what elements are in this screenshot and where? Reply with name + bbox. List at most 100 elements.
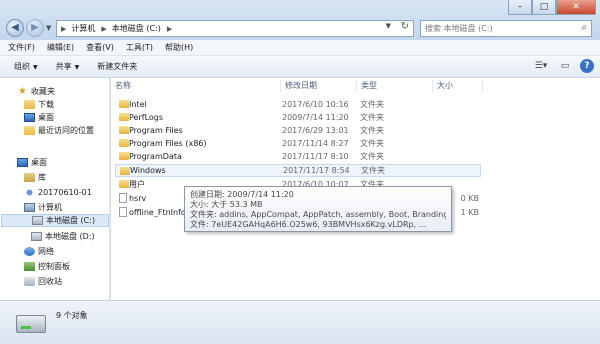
table-row[interactable]: Program Files (x86) 2017/11/14 8:27 文件夹 [115, 137, 481, 150]
file-type: 文件夹 [360, 126, 384, 135]
file-name: PerfLogs [129, 113, 164, 122]
file-type: 文件夹 [360, 152, 384, 161]
nav-label: 收藏夹 [31, 87, 55, 96]
refresh-icon[interactable]: ↻ [401, 21, 409, 32]
folder-icon [119, 152, 129, 160]
search-placeholder: 搜索 本地磁盘 (C:) [425, 24, 493, 33]
file-date: 2017/6/10 10:16 [282, 100, 349, 109]
table-row[interactable]: Program Files 2017/6/29 13:01 文件夹 [115, 124, 481, 137]
menu-edit[interactable]: 编辑(E) [47, 42, 74, 53]
folder-icon [119, 139, 129, 147]
preview-pane-icon[interactable]: ▭ [556, 59, 574, 74]
file-icon [119, 207, 127, 217]
file-icon [119, 193, 127, 203]
explorer-window: – □ ✕ ◀ ▶ ▼ ▶ 计算机 ▶ 本地磁盘 (C:) ▶ ▼ ↻ 搜索 本… [0, 0, 600, 344]
minimize-button[interactable]: – [508, 0, 532, 15]
table-row[interactable]: PerfLogs 2009/7/14 11:20 文件夹 [115, 111, 481, 124]
organize-label: 组织 [14, 62, 30, 71]
nav-downloads[interactable]: 下载 [24, 98, 54, 111]
nav-label: 网络 [38, 247, 54, 256]
drive-icon [31, 232, 42, 241]
maximize-button[interactable]: □ [532, 0, 556, 15]
downloads-folder-icon [24, 100, 35, 109]
column-header-type[interactable]: 类型 [357, 80, 433, 92]
tooltip-folders: 文件夹: addins, AppCompat, AppPatch, assemb… [190, 210, 446, 219]
address-bar[interactable]: ▶ 计算机 ▶ 本地磁盘 (C:) ▶ ▼ ↻ [56, 20, 414, 37]
nav-computer[interactable]: 计算机 [24, 201, 62, 214]
search-input[interactable]: 搜索 本地磁盘 (C:) ⌕ [420, 20, 592, 37]
nav-label: 桌面 [31, 158, 47, 167]
file-date: 2009/7/14 11:20 [282, 113, 349, 122]
nav-control-panel[interactable]: 控制面板 [24, 260, 70, 273]
tooltip-files: 文件: 7eUE42GAHqA6H6.O25w6, 93BMVHsx6Kzg.v… [190, 220, 427, 229]
organize-button[interactable]: 组织 ▼ [14, 61, 38, 72]
tooltip-size: 大小: 大于 53.3 MB [190, 200, 263, 209]
status-bar: 9 个对象 [0, 300, 600, 344]
menu-view[interactable]: 查看(V) [86, 42, 114, 53]
title-bar: – □ ✕ ◀ ▶ ▼ ▶ 计算机 ▶ 本地磁盘 (C:) ▶ ▼ ↻ 搜索 本… [0, 0, 600, 40]
folder-icon [119, 126, 129, 134]
nav-recycle-bin[interactable]: 回收站 [24, 275, 62, 288]
control-panel-icon [24, 262, 35, 271]
nav-drive-d[interactable]: 本地磁盘 (D:) [31, 230, 95, 243]
forward-button[interactable]: ▶ [26, 19, 44, 37]
chevron-right-icon: ▶ [166, 24, 173, 33]
share-button[interactable]: 共享 ▼ [56, 61, 80, 72]
file-date: 2017/11/17 8:54 [283, 166, 350, 175]
menu-help[interactable]: 帮助(H) [165, 42, 193, 53]
new-folder-button[interactable]: 新建文件夹 [97, 61, 137, 72]
view-options-icon[interactable]: ☰▾ [532, 59, 550, 74]
recycle-bin-icon [24, 277, 35, 286]
chevron-down-icon: ▼ [74, 64, 80, 71]
nav-user[interactable]: 20170610-01 [24, 186, 92, 199]
navigation-pane: ★ 收藏夹 下载 桌面 最近访问的位置 桌面 库 20170610-01 计算机 … [0, 78, 110, 300]
recent-pages-dropdown[interactable]: ▼ [46, 24, 51, 32]
nav-label: 下载 [38, 100, 54, 109]
file-date: 2017/6/29 13:01 [282, 126, 349, 135]
menu-tools[interactable]: 工具(T) [126, 42, 153, 53]
help-icon[interactable]: ? [580, 59, 594, 73]
search-icon[interactable]: ⌕ [581, 22, 587, 33]
file-date: 2017/11/14 8:27 [282, 139, 349, 148]
tooltip-created: 创建日期: 2009/7/14 11:20 [190, 190, 294, 199]
breadcrumb-computer[interactable]: 计算机 [71, 23, 95, 34]
column-header-name[interactable]: 名称 [111, 80, 281, 92]
desktop-icon [24, 113, 35, 122]
column-header-size[interactable]: 大小 [433, 80, 483, 92]
breadcrumb-drive-c[interactable]: 本地磁盘 (C:) [112, 23, 161, 34]
nav-desktop-root[interactable]: 桌面 [17, 156, 47, 169]
nav-label: 计算机 [38, 203, 62, 212]
table-row[interactable]: ProgramData 2017/11/17 8:10 文件夹 [115, 150, 481, 163]
nav-library[interactable]: 库 [24, 171, 46, 184]
file-name: Intel [129, 100, 147, 109]
nav-drive-c[interactable]: 本地磁盘 (C:) [1, 214, 109, 227]
file-type: 文件夹 [360, 113, 384, 122]
command-bar: 组织 ▼ 共享 ▼ 新建文件夹 ☰▾ ▭ ? [0, 56, 600, 78]
file-type: 文件夹 [361, 166, 385, 175]
desktop-icon [17, 158, 28, 167]
nav-label: 控制面板 [38, 262, 70, 271]
nav-recent[interactable]: 最近访问的位置 [24, 124, 94, 137]
nav-network[interactable]: 网络 [24, 245, 54, 258]
close-button[interactable]: ✕ [556, 0, 596, 15]
table-row[interactable]: Intel 2017/6/10 10:16 文件夹 [115, 98, 481, 111]
column-header-date[interactable]: 修改日期 [281, 80, 357, 92]
file-name: hsrv [129, 194, 147, 203]
table-row[interactable]: Windows 2017/11/17 8:54 文件夹 [115, 164, 481, 177]
nav-label: 20170610-01 [38, 188, 92, 197]
folder-icon [119, 100, 129, 108]
folder-icon [120, 167, 130, 175]
file-name: offline_FtnInfo [129, 208, 186, 217]
drive-icon [16, 315, 46, 333]
file-name: Program Files (x86) [129, 139, 207, 148]
nav-favorites[interactable]: ★ 收藏夹 [17, 85, 55, 98]
menu-file[interactable]: 文件(F) [8, 42, 35, 53]
chevron-right-icon: ▶ [101, 24, 107, 33]
computer-icon [24, 203, 35, 212]
file-date: 2017/11/17 8:10 [282, 152, 349, 161]
address-dropdown-icon[interactable]: ▼ [386, 22, 391, 30]
nav-desktop[interactable]: 桌面 [24, 111, 54, 124]
back-button[interactable]: ◀ [6, 19, 24, 37]
file-type: 文件夹 [360, 100, 384, 109]
nav-label: 桌面 [38, 113, 54, 122]
